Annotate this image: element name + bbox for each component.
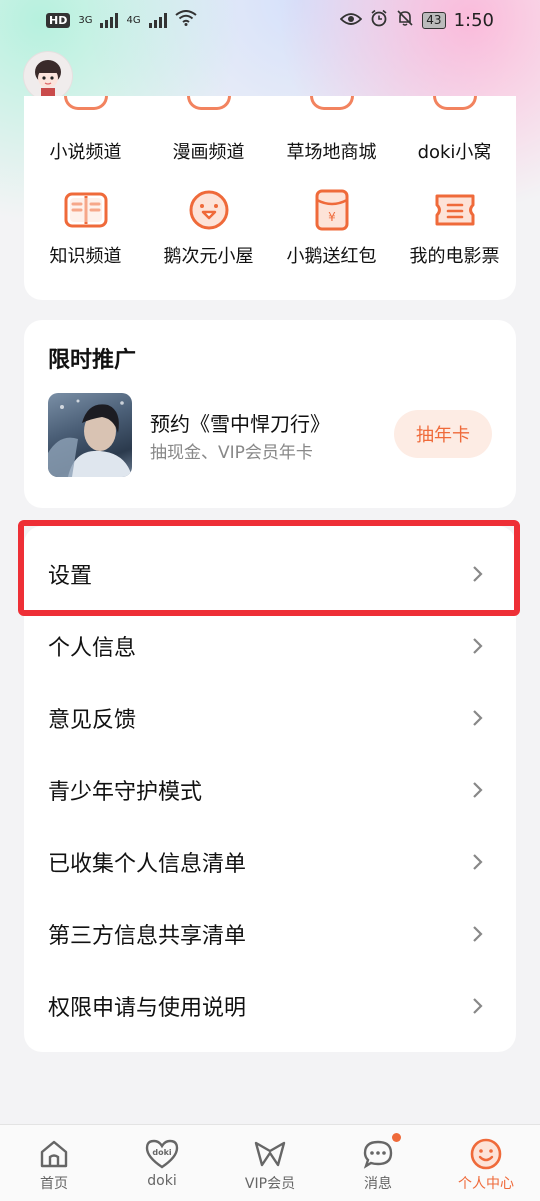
clock-time: 1:50	[453, 9, 494, 31]
tab-messages[interactable]: 消息	[324, 1125, 432, 1201]
status-bar: HD 3G 4G 43 1:50	[0, 0, 540, 40]
menu-item-label: 权限申请与使用说明	[48, 996, 247, 1021]
doki-heart-icon: doki	[145, 1137, 179, 1171]
chevron-right-icon	[468, 780, 488, 800]
chevron-right-icon	[468, 996, 488, 1016]
avatar-cartoon-icon	[35, 60, 61, 96]
promo-sub-text: 抽现金、VIP会员年卡	[150, 443, 313, 463]
chevron-right-icon	[468, 708, 488, 728]
battery-icon: 43	[422, 11, 446, 29]
hd-indicator: HD	[46, 12, 71, 28]
promo-card: 限时推广 预约《雪中悍刀行》 抽现金、VIP会员年卡 抽年卡	[24, 320, 516, 508]
red-envelope-icon: ¥	[310, 188, 354, 232]
menu-item-personal-info[interactable]: 个人信息	[24, 610, 516, 682]
channel-item-knowledge[interactable]: 知识频道	[24, 188, 147, 268]
signal-strength-icon	[100, 12, 119, 28]
svg-text:doki: doki	[152, 1148, 172, 1157]
tab-home[interactable]: 首页	[0, 1125, 108, 1201]
channel-grid-card: 小说频道 漫画频道 草场地商城 doki小窝 知识频道 鹅次元小屋 ¥ 小鹅送红…	[24, 96, 516, 300]
bottom-tab-bar: 首页 doki doki VIP会员 消息 个人中心	[0, 1124, 540, 1201]
tab-label: 消息	[364, 1176, 392, 1192]
channel-label: 我的电影票	[409, 246, 500, 267]
sim1-network-type: 3G	[78, 14, 93, 26]
promo-section-title: 限时推广	[48, 348, 137, 373]
eye-icon	[340, 10, 363, 31]
draw-annual-card-button[interactable]: 抽年卡	[394, 410, 492, 458]
penguin-face-icon	[187, 188, 231, 232]
vip-bowtie-icon	[253, 1137, 287, 1171]
menu-item-youth-mode[interactable]: 青少年守护模式	[24, 754, 516, 826]
menu-item-permissions[interactable]: 权限申请与使用说明	[24, 970, 516, 1042]
message-bubble-icon	[361, 1137, 395, 1171]
mute-bell-icon	[396, 9, 414, 32]
menu-item-third-party-sharing[interactable]: 第三方信息共享清单	[24, 898, 516, 970]
channel-item-novel[interactable]: 小说频道	[24, 96, 147, 164]
tab-profile[interactable]: 个人中心	[432, 1125, 540, 1201]
channel-label: 知识频道	[49, 246, 122, 267]
menu-item-label: 已收集个人信息清单	[48, 852, 247, 877]
tab-vip[interactable]: VIP会员	[216, 1125, 324, 1201]
channel-item-doki-nest[interactable]: doki小窝	[393, 96, 516, 164]
chevron-right-icon	[468, 636, 488, 656]
menu-item-label: 青少年守护模式	[48, 780, 203, 805]
chevron-right-icon	[468, 564, 488, 584]
tab-label: VIP会员	[244, 1176, 296, 1192]
book-icon	[64, 188, 108, 232]
movie-ticket-icon	[433, 188, 477, 232]
menu-item-label: 个人信息	[48, 636, 137, 661]
channel-label: 小鹅送红包	[286, 246, 377, 267]
menu-item-settings[interactable]: 设置	[24, 538, 516, 610]
menu-item-collected-info-list[interactable]: 已收集个人信息清单	[24, 826, 516, 898]
menu-item-label: 意见反馈	[48, 708, 137, 733]
channel-item-shop[interactable]: 草场地商城	[270, 96, 393, 164]
promo-drama-thumbnail[interactable]	[48, 393, 132, 477]
wifi-icon	[174, 9, 197, 31]
user-avatar[interactable]	[24, 52, 72, 100]
svg-text:¥: ¥	[328, 210, 336, 224]
chevron-right-icon	[468, 924, 488, 944]
channel-item-comic[interactable]: 漫画频道	[147, 96, 270, 164]
settings-menu-card: 设置 个人信息 意见反馈 青少年守护模式 已收集个人信息清单 第三方信息共享清单…	[24, 526, 516, 1052]
home-icon	[37, 1137, 71, 1171]
sim2-network-type: 4G	[126, 14, 141, 26]
tab-label: 个人中心	[458, 1176, 514, 1192]
channel-item-penguin-house[interactable]: 鹅次元小屋	[147, 188, 270, 268]
promo-main-text: 预约《雪中悍刀行》	[150, 412, 330, 436]
unread-badge-dot	[392, 1133, 401, 1142]
menu-item-feedback[interactable]: 意见反馈	[24, 682, 516, 754]
tab-label: 首页	[40, 1176, 68, 1192]
channel-item-red-envelope[interactable]: ¥ 小鹅送红包	[270, 188, 393, 268]
tab-label: doki	[147, 1173, 177, 1189]
channel-label: 鹅次元小屋	[163, 246, 254, 267]
signal-strength-icon	[148, 12, 167, 28]
smiley-face-icon	[469, 1137, 503, 1171]
menu-item-label: 设置	[48, 564, 93, 589]
channel-item-movie-ticket[interactable]: 我的电影票	[393, 188, 516, 268]
menu-item-label: 第三方信息共享清单	[48, 924, 247, 949]
alarm-clock-icon	[370, 9, 388, 32]
chevron-right-icon	[468, 852, 488, 872]
tab-doki[interactable]: doki doki	[108, 1125, 216, 1201]
